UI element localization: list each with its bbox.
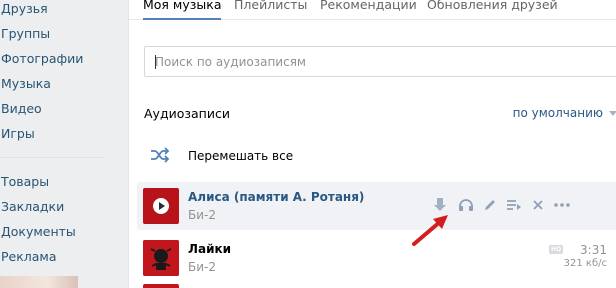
track-cover bbox=[143, 188, 179, 224]
sidebar-item-goods[interactable]: Товары bbox=[0, 169, 128, 194]
more-icon[interactable] bbox=[551, 195, 573, 215]
track-cover bbox=[143, 284, 179, 288]
sidebar-item-documents[interactable]: Документы bbox=[0, 219, 128, 244]
track-actions bbox=[429, 195, 609, 215]
sidebar-item-games[interactable]: Игры bbox=[0, 121, 128, 146]
play-icon[interactable] bbox=[153, 198, 169, 214]
audio-row[interactable]: Алиса (памяти А. Ротаня) Би-2 bbox=[137, 182, 616, 230]
audio-row[interactable]: Лайки Би-2 HQ 3:31 321 кб/с bbox=[137, 234, 616, 282]
track-artist[interactable]: Би-2 bbox=[188, 260, 216, 274]
sidebar-item-bookmarks[interactable]: Закладки bbox=[0, 194, 128, 219]
tab-playlists[interactable]: Плейлисты bbox=[234, 0, 307, 20]
download-icon[interactable] bbox=[429, 195, 451, 215]
tab-friends-updates[interactable]: Обновления друзей bbox=[427, 0, 558, 20]
shuffle-label: Перемешать все bbox=[188, 149, 294, 163]
sidebar-ad-image[interactable] bbox=[0, 276, 78, 288]
text-cursor bbox=[155, 55, 156, 69]
sort-label: по умолчанию bbox=[512, 106, 603, 120]
sidebar-item-video[interactable]: Видео bbox=[0, 96, 128, 121]
album-art-icon bbox=[143, 240, 179, 276]
track-bitrate: 321 кб/с bbox=[563, 258, 607, 269]
remove-icon[interactable] bbox=[527, 195, 549, 215]
track-artist[interactable]: Би-2 bbox=[188, 208, 216, 222]
edit-icon[interactable] bbox=[479, 195, 501, 215]
music-panel: Моя музыка Плейлисты Рекомендации Обновл… bbox=[128, 0, 616, 288]
sort-dropdown[interactable]: по умолчанию bbox=[513, 106, 616, 120]
add-to-playlist-icon[interactable] bbox=[503, 195, 525, 215]
chevron-down-icon bbox=[609, 111, 616, 116]
sidebar-item-friends[interactable]: Друзья bbox=[0, 0, 128, 21]
hq-badge: HQ bbox=[549, 245, 563, 254]
sidebar-item-photos[interactable]: Фотографии bbox=[0, 46, 128, 71]
track-title[interactable]: Алиса (памяти А. Ротаня) bbox=[188, 190, 364, 204]
track-duration: 3:31 bbox=[580, 243, 607, 257]
sidebar-item-groups[interactable]: Группы bbox=[0, 21, 128, 46]
tab-recommendations[interactable]: Рекомендации bbox=[320, 0, 417, 20]
audio-search-box bbox=[144, 46, 616, 77]
sidebar-item-ads[interactable]: Реклама bbox=[0, 244, 128, 269]
music-tabs: Моя музыка Плейлисты Рекомендации Обновл… bbox=[129, 0, 616, 20]
app-root: Друзья Группы Фотографии Музыка Видео Иг… bbox=[0, 0, 616, 288]
tab-my-music[interactable]: Моя музыка bbox=[143, 0, 222, 20]
annotation-arrow-icon bbox=[412, 215, 448, 246]
left-sidebar: Друзья Группы Фотографии Музыка Видео Иг… bbox=[0, 0, 128, 269]
shuffle-all-button[interactable]: Перемешать все bbox=[144, 144, 444, 168]
shuffle-icon bbox=[151, 147, 170, 163]
track-cover[interactable] bbox=[143, 240, 179, 276]
headphones-icon[interactable] bbox=[455, 195, 477, 215]
section-title: Аудиозаписи bbox=[144, 106, 230, 121]
track-title[interactable]: Лайки bbox=[188, 242, 231, 256]
audio-search-input[interactable] bbox=[145, 47, 616, 76]
sidebar-divider bbox=[0, 157, 104, 158]
sidebar-item-music[interactable]: Музыка bbox=[0, 71, 128, 96]
